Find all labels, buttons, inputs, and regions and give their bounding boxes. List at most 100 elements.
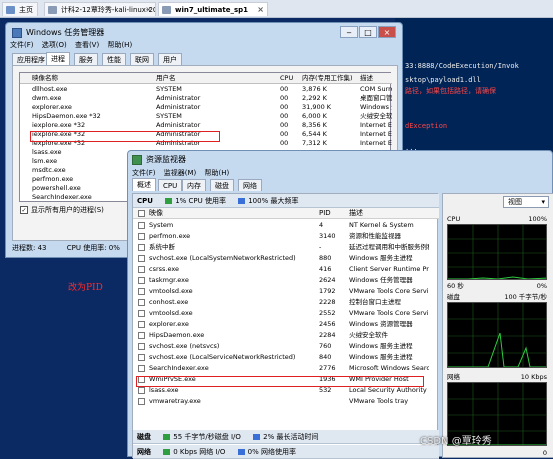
row-checkbox[interactable]: [138, 365, 145, 372]
row-checkbox[interactable]: [138, 299, 145, 306]
row-checkbox[interactable]: [138, 266, 145, 273]
menu-view[interactable]: 查看(V): [75, 41, 99, 49]
show-all-label: 显示所有用户的进程(S): [31, 206, 104, 214]
tab-users[interactable]: 用户: [158, 53, 182, 65]
process-row[interactable]: conhost.exe 2228 控制台窗口主进程: [133, 297, 429, 308]
table-row[interactable]: explorer.exe Administrator 00 31,900 K Windo…: [20, 103, 392, 112]
menu-options[interactable]: 选项(O): [42, 41, 67, 49]
table-cell: 2776: [319, 364, 336, 372]
table-row[interactable]: dllhost.exe SYSTEM 00 3,876 K COM Surro: [20, 85, 392, 94]
table-cell: csrss.exe: [149, 265, 180, 273]
process-row[interactable]: 系统中断 - 延迟过程调用和中断服务例程: [133, 242, 429, 253]
tab-home[interactable]: 主页: [2, 2, 38, 16]
column-header[interactable]: 描述: [349, 209, 363, 218]
minimize-button[interactable]: ‒: [340, 26, 358, 38]
status-processes: 进程数: 43: [12, 244, 47, 252]
cpu-graph-svg: [448, 225, 546, 279]
process-row[interactable]: SearchIndexer.exe 2776 Microsoft Windows S…: [133, 363, 429, 374]
tab-kali[interactable]: 计科2-12覃玲秀-kali-linux-20... ×: [44, 2, 156, 16]
row-checkbox[interactable]: [138, 387, 145, 394]
table-row[interactable]: iexplore.exe *32 Administrator 00 8,356 K In…: [20, 121, 392, 130]
column-header[interactable]: 映像名称: [32, 74, 152, 83]
process-row[interactable]: taskmgr.exe 2624 Windows 任务管理器: [133, 275, 429, 286]
tab-services[interactable]: 服务: [74, 53, 98, 65]
view-dropdown[interactable]: 视图 ▾: [503, 196, 549, 208]
table-cell: 延迟过程调用和中断服务例程: [349, 243, 429, 251]
close-button[interactable]: ×: [378, 26, 396, 38]
row-checkbox[interactable]: [138, 288, 145, 295]
table-cell: 00: [280, 85, 289, 93]
max-freq-swatch: [238, 198, 246, 204]
table-cell: -: [319, 243, 322, 251]
row-checkbox[interactable]: [138, 343, 145, 350]
row-checkbox[interactable]: [138, 233, 145, 240]
tab-processes[interactable]: 进程: [46, 52, 70, 65]
tab-overview[interactable]: 概述: [132, 178, 156, 191]
select-all-checkbox[interactable]: [138, 210, 145, 217]
process-row[interactable]: svchost.exe (LocalSystemNetworkRestricte…: [133, 253, 429, 264]
process-row[interactable]: HipsDaemon.exe 2284 火绒安全软件: [133, 330, 429, 341]
tab-network[interactable]: 网络: [238, 179, 262, 191]
row-checkbox[interactable]: [138, 398, 145, 405]
row-checkbox[interactable]: [138, 332, 145, 339]
column-header[interactable]: 内存(专用工作集): [302, 74, 356, 83]
show-all-checkbox[interactable]: ✓: [20, 206, 28, 214]
table-cell: Windows 服务主进程: [349, 342, 413, 350]
process-row[interactable]: explorer.exe 2456 Windows 资源管理器: [133, 319, 429, 330]
column-header[interactable]: 用户名: [156, 74, 276, 83]
tab-cpu[interactable]: CPU: [158, 179, 183, 191]
table-cell: 31,900 K: [302, 103, 332, 111]
process-row[interactable]: perfmon.exe 3140 资源和性能监视器: [133, 231, 429, 242]
table-cell: 3140: [319, 232, 336, 240]
net-io: 0 Kbps 网络 I/O: [173, 448, 226, 456]
row-checkbox[interactable]: [138, 321, 145, 328]
close-icon[interactable]: ×: [145, 3, 152, 16]
row-checkbox[interactable]: [138, 222, 145, 229]
maximize-button[interactable]: □: [359, 26, 377, 38]
process-row[interactable]: vmwaretray.exe VMware Tools tray: [133, 396, 429, 407]
menu-help[interactable]: 帮助(H): [204, 169, 229, 177]
menu-file[interactable]: 文件(F): [10, 41, 34, 49]
tab-disk[interactable]: 磁盘: [210, 179, 234, 191]
table-row[interactable]: dwm.exe Administrator 00 2,292 K 桌面窗口管: [20, 94, 392, 103]
process-row[interactable]: csrss.exe 416 Client Server Runtime Proces…: [133, 264, 429, 275]
process-row[interactable]: vmtoolsd.exe 2552 VMware Tools Core Servic…: [133, 308, 429, 319]
process-row[interactable]: vmtoolsd.exe 1792 VMware Tools Core Servic…: [133, 286, 429, 297]
column-header[interactable]: PID: [319, 209, 331, 218]
window-title: 资源监视器: [132, 154, 186, 166]
menu-help[interactable]: 帮助(H): [107, 41, 132, 49]
close-icon[interactable]: ×: [257, 3, 264, 16]
tab-win7[interactable]: win7_ultimate_sp1 ×: [158, 2, 268, 16]
resmon-icon: [132, 155, 142, 165]
tab-memory[interactable]: 内存: [182, 179, 206, 191]
status-cpu: CPU 使用率: 0%: [66, 244, 120, 252]
column-header[interactable]: 描述: [360, 74, 392, 83]
process-row[interactable]: svchost.exe (netsvcs) 760 Windows 服务主进程: [133, 341, 429, 352]
table-cell: VMware Tools Core Service: [349, 287, 429, 295]
chevron-down-icon: ▾: [541, 198, 545, 206]
row-checkbox[interactable]: [138, 244, 145, 251]
table-cell: iexplore.exe *32: [32, 121, 86, 129]
table-cell: Administrator: [156, 121, 201, 129]
table-cell: Client Server Runtime Process: [349, 265, 429, 273]
table-row[interactable]: HipsDaemon.exe *32 SYSTEM 00 6,000 K 火绒安全软: [20, 112, 392, 121]
row-checkbox[interactable]: [138, 310, 145, 317]
tab-networking[interactable]: 联网: [130, 53, 154, 65]
vm-icon: [48, 6, 57, 14]
process-row[interactable]: svchost.exe (LocalServiceNetworkRestrict…: [133, 352, 429, 363]
menu-monitor[interactable]: 监视器(M): [164, 169, 197, 177]
row-checkbox[interactable]: [138, 277, 145, 284]
cpu-section-header[interactable]: CPU 1% CPU 使用率 100% 最大频率: [133, 194, 439, 208]
tab-applications[interactable]: 应用程序: [12, 53, 50, 65]
tab-performance[interactable]: 性能: [102, 53, 126, 65]
process-row[interactable]: System 4 NT Kernel & System: [133, 220, 429, 231]
table-cell: 火绒安全软: [360, 112, 392, 120]
disk-section-header[interactable]: 磁盘 55 千字节/秒磁盘 I/O 2% 最长活动时间: [133, 430, 439, 444]
row-checkbox[interactable]: [138, 354, 145, 361]
net-io-swatch: [163, 449, 171, 455]
table-header: 映像 PID 描述: [133, 208, 439, 219]
column-header[interactable]: 映像: [149, 209, 163, 218]
row-checkbox[interactable]: [138, 255, 145, 262]
menu-file[interactable]: 文件(F): [132, 169, 156, 177]
column-header[interactable]: CPU: [280, 74, 300, 83]
